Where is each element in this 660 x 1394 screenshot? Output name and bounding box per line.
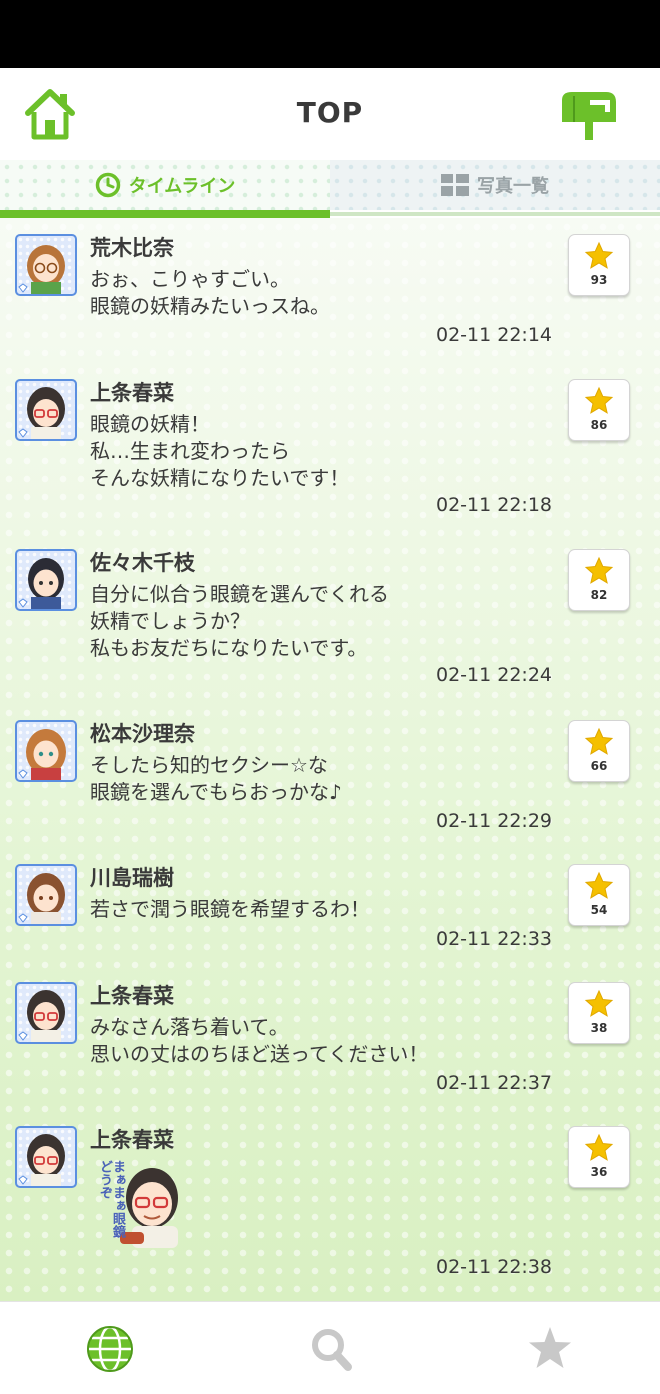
tab-timeline[interactable]: タイムライン — [0, 160, 330, 210]
poster-name: 荒木比奈 — [90, 236, 174, 260]
gem-icon — [18, 428, 28, 438]
favorite-count: 86 — [590, 418, 608, 432]
gem-icon — [18, 598, 28, 608]
post-timestamp: 02-11 22:37 — [436, 1072, 553, 1094]
post-timestamp: 02-11 22:33 — [436, 928, 553, 950]
post-message: そしたら知的セクシー☆な 眼鏡を選んでもらおっかな♪ — [90, 753, 342, 804]
poster-name: 佐々木千枝 — [90, 551, 195, 575]
post-message: 若さで潤う眼鏡を希望するわ！ — [90, 897, 370, 921]
favorite-count: 82 — [590, 588, 608, 602]
grid-icon — [441, 174, 469, 196]
avatar[interactable] — [15, 864, 77, 926]
post-message: みなさん落ち着いて。 思いの丈はのちほど送ってください！ — [90, 1015, 429, 1066]
star-icon — [584, 871, 614, 899]
post-message: 眼鏡の妖精！ 私…生まれ変わったら そんな妖精になりたいです！ — [90, 412, 350, 490]
gem-icon — [18, 283, 28, 293]
gem-icon — [18, 769, 28, 779]
favorite-button[interactable]: 93 — [568, 234, 630, 296]
tab-timeline-label: タイムライン — [128, 176, 236, 197]
clock-icon — [95, 172, 120, 198]
post-timestamp: 02-11 22:24 — [436, 664, 553, 686]
timeline-feed[interactable]: 荒木比奈 おぉ、こりゃすごい。 眼鏡の妖精みたいっスね。 02-11 22:14… — [0, 218, 660, 1301]
app-header: TOP — [0, 68, 660, 161]
sticker-stamp[interactable]: まぁまぁ眼鏡どうぞ — [92, 1158, 186, 1250]
tab-photo-list[interactable]: 写真一覧 — [330, 160, 660, 210]
gem-icon — [18, 1175, 28, 1185]
post-timestamp: 02-11 22:14 — [436, 324, 553, 346]
avatar[interactable] — [15, 1126, 77, 1188]
avatar[interactable] — [15, 720, 77, 782]
star-icon — [584, 727, 614, 755]
star-icon — [584, 1133, 614, 1161]
avatar[interactable] — [15, 379, 77, 441]
star-icon — [584, 386, 614, 414]
avatar[interactable] — [15, 234, 77, 296]
status-bar — [0, 0, 660, 68]
favorite-count: 36 — [590, 1165, 608, 1179]
poster-name: 上条春菜 — [90, 984, 174, 1008]
favorite-button[interactable]: 36 — [568, 1126, 630, 1188]
sticker-text: まぁまぁ眼鏡どうぞ — [97, 1160, 125, 1238]
active-tab-indicator — [0, 210, 330, 218]
star-icon — [529, 1327, 571, 1368]
favorite-button[interactable]: 38 — [568, 982, 630, 1044]
poster-name: 川島瑞樹 — [90, 866, 174, 890]
globe-icon — [87, 1325, 133, 1373]
avatar[interactable] — [15, 982, 77, 1044]
favorite-count: 54 — [590, 903, 608, 917]
post-message: おぉ、こりゃすごい。 眼鏡の妖精みたいっスね。 — [90, 267, 330, 318]
nav-search[interactable] — [304, 1324, 360, 1374]
favorite-count: 66 — [590, 759, 608, 773]
favorite-button[interactable]: 86 — [568, 379, 630, 441]
tab-bar: タイムライン 写真一覧 — [0, 160, 660, 218]
poster-name: 上条春菜 — [90, 1128, 174, 1152]
poster-name: 松本沙理奈 — [90, 722, 195, 746]
avatar[interactable] — [15, 549, 77, 611]
star-icon — [584, 556, 614, 584]
nav-timeline[interactable] — [82, 1324, 138, 1374]
gem-icon — [18, 1031, 28, 1041]
nav-favorites[interactable] — [522, 1324, 578, 1374]
search-icon — [312, 1329, 352, 1371]
favorite-button[interactable]: 54 — [568, 864, 630, 926]
post-message: 自分に似合う眼鏡を選んでくれる 妖精でしょうか？ 私もお友だちになりたいです。 — [90, 582, 389, 660]
tab-photo-list-label: 写真一覧 — [477, 176, 549, 197]
favorite-count: 38 — [590, 1021, 608, 1035]
favorite-button[interactable]: 66 — [568, 720, 630, 782]
bottom-navigation — [0, 1301, 660, 1394]
gem-icon — [18, 913, 28, 923]
favorite-count: 93 — [590, 273, 608, 287]
post-timestamp: 02-11 22:29 — [436, 810, 553, 832]
mailbox-button[interactable] — [560, 88, 618, 142]
post-timestamp: 02-11 22:18 — [436, 494, 553, 516]
star-icon — [584, 241, 614, 269]
mailbox-icon — [562, 92, 616, 140]
tab-divider — [330, 212, 660, 216]
poster-name: 上条春菜 — [90, 381, 174, 405]
star-icon — [584, 989, 614, 1017]
favorite-button[interactable]: 82 — [568, 549, 630, 611]
post-timestamp: 02-11 22:38 — [436, 1256, 553, 1278]
